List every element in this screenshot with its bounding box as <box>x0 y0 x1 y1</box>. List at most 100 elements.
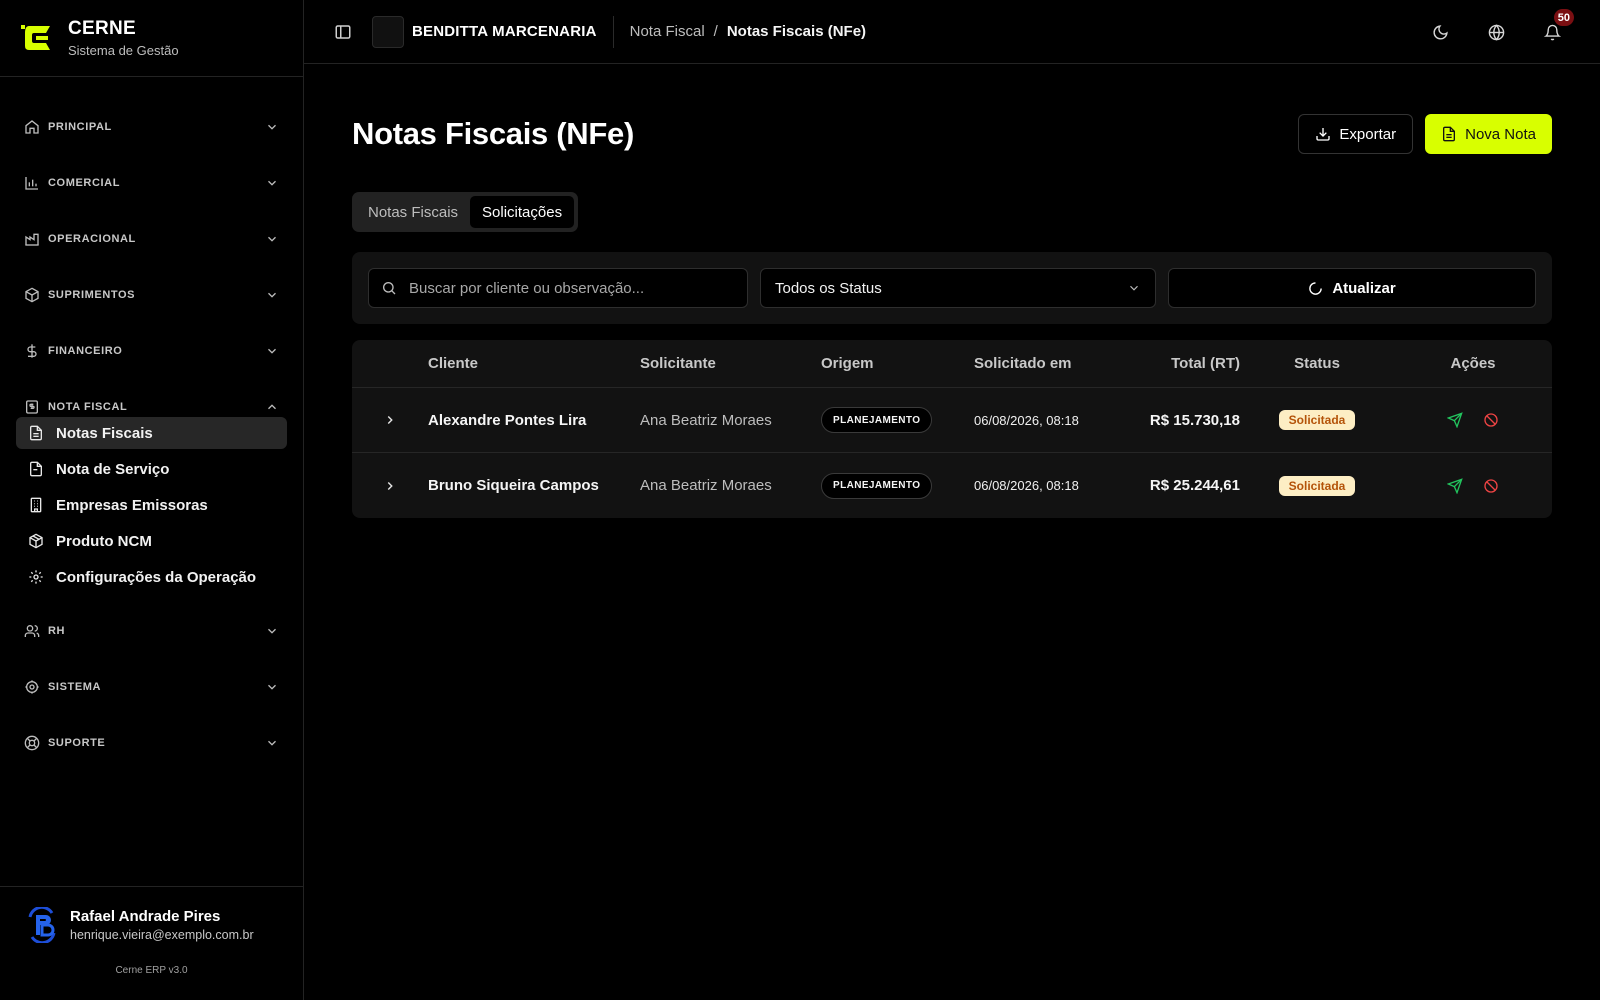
factory-icon <box>25 233 39 246</box>
app: CERNE Sistema de Gestão PRINCIPAL COMERC… <box>0 0 1600 1000</box>
sidebar-item-label: Nota de Serviço <box>56 460 170 478</box>
sidebar-section-principal[interactable]: PRINCIPAL <box>0 99 303 155</box>
topbar: BENDITTA MARCENARIA Nota Fiscal / Notas … <box>304 0 1600 64</box>
sidebar-section-rh[interactable]: RH <box>0 603 303 659</box>
header-acoes: Ações <box>1450 355 1496 372</box>
cell-origem: PLANEJAMENTO <box>821 472 974 499</box>
search-icon <box>383 282 396 295</box>
table-row: Alexandre Pontes Lira Ana Beatriz Moraes… <box>352 388 1552 453</box>
sidebar-section-label: RH <box>48 625 66 637</box>
header-total[interactable]: Total (RT) <box>1124 355 1240 372</box>
breadcrumb-link[interactable]: Nota Fiscal <box>630 23 705 40</box>
breadcrumb-separator: / <box>713 23 718 40</box>
chevron-up-icon <box>268 404 276 410</box>
sidebar-item-nota-de-servico[interactable]: Nota de Serviço <box>16 453 287 485</box>
chevron-down-icon <box>268 292 276 298</box>
sidebar-section-financeiro[interactable]: FINANCEIRO <box>0 323 303 379</box>
table-row: Bruno Siqueira Campos Ana Beatriz Moraes… <box>352 453 1552 518</box>
sidebar-item-empresas-emissoras[interactable]: Empresas Emissoras <box>16 489 287 521</box>
origin-chip: PLANEJAMENTO <box>821 407 933 433</box>
refresh-icon <box>1309 281 1323 295</box>
receipt-icon <box>26 400 38 414</box>
status-select-value: Todos os Status <box>775 279 882 297</box>
sidebar-section-operacional[interactable]: OPERACIONAL <box>0 211 303 267</box>
cell-solicitante: Ana Beatriz Moraes <box>640 411 772 429</box>
home-icon <box>25 120 39 134</box>
theme-toggle-button[interactable] <box>1422 14 1458 50</box>
topbar-actions: 50 <box>1402 0 1574 64</box>
search-box[interactable] <box>368 268 748 308</box>
sidebar-section-suprimentos[interactable]: SUPRIMENTOS <box>0 267 303 323</box>
brand-name: CERNE <box>68 18 137 39</box>
row-expand-button[interactable] <box>352 479 428 493</box>
cell-cliente: Bruno Siqueira Campos <box>428 477 599 494</box>
user-profile[interactable]: Rafael Andrade Pires henrique.vieira@exe… <box>24 907 279 943</box>
file-text-icon <box>30 425 42 441</box>
chevron-down-icon <box>1130 285 1138 291</box>
cancel-button[interactable] <box>1480 475 1502 497</box>
export-label: Exportar <box>1339 125 1397 143</box>
sidebar-section-label: SISTEMA <box>48 681 102 693</box>
gear-icon <box>29 570 43 584</box>
tabs: Notas Fiscais Solicitações <box>352 192 579 232</box>
sidebar-toggle-icon[interactable] <box>334 23 352 41</box>
ban-icon <box>1484 478 1498 493</box>
tab-notas-fiscais[interactable]: Notas Fiscais <box>356 196 470 228</box>
send-button[interactable] <box>1444 409 1466 431</box>
cell-solicitante: Ana Beatriz Moraes <box>640 477 772 494</box>
search-input[interactable] <box>409 279 747 297</box>
cell-cliente: Alexandre Pontes Lira <box>428 411 587 429</box>
new-note-label: Nova Nota <box>1465 125 1536 143</box>
sidebar-item-notas-fiscais[interactable]: Notas Fiscais <box>16 417 287 449</box>
sidebar-section-label: PRINCIPAL <box>48 121 112 133</box>
row-expand-button[interactable] <box>352 413 428 427</box>
header-cliente[interactable]: Cliente <box>428 355 640 372</box>
chevron-down-icon <box>268 684 276 690</box>
users-icon <box>24 625 40 637</box>
sidebar-section-suporte[interactable]: SUPORTE <box>0 715 303 771</box>
export-button[interactable]: Exportar <box>1298 114 1414 154</box>
cell-acoes <box>1394 475 1552 497</box>
user-panel: Rafael Andrade Pires henrique.vieira@exe… <box>0 886 303 1000</box>
cell-status: Solicitada <box>1240 410 1394 430</box>
table-header: Cliente Solicitante Origem Solicitado em… <box>352 340 1552 388</box>
brand-header[interactable]: CERNE Sistema de Gestão <box>0 0 303 77</box>
origin-chip: PLANEJAMENTO <box>821 472 933 499</box>
tab-solicitacoes[interactable]: Solicitações <box>470 196 575 228</box>
page-title: Notas Fiscais (NFe) <box>352 116 634 151</box>
notifications-button[interactable]: 50 <box>1534 9 1574 50</box>
settings-icon <box>25 680 39 694</box>
sidebar-item-label: Notas Fiscais <box>56 424 153 442</box>
new-note-button[interactable]: Nova Nota <box>1425 114 1552 154</box>
header-status[interactable]: Status <box>1240 355 1394 372</box>
header-origem[interactable]: Origem <box>821 355 974 372</box>
refresh-button[interactable]: Atualizar <box>1168 268 1536 308</box>
cancel-button[interactable] <box>1480 409 1502 431</box>
sidebar-item-label: Produto NCM <box>56 532 152 550</box>
status-select[interactable]: Todos os Status <box>760 268 1156 308</box>
brand-subtitle: Sistema de Gestão <box>68 43 179 58</box>
requests-table: Cliente Solicitante Origem Solicitado em… <box>352 340 1552 518</box>
page-content: Notas Fiscais (NFe) Exportar Nova Nota N… <box>304 64 1600 518</box>
language-button[interactable] <box>1478 14 1514 50</box>
company-name[interactable]: BENDITTA MARCENARIA <box>412 23 597 40</box>
header-solicitado-em[interactable]: Solicitado em <box>974 355 1124 372</box>
sidebar-item-label: Empresas Emissoras <box>56 496 208 514</box>
ban-icon <box>1484 413 1498 427</box>
moon-icon <box>1433 24 1448 39</box>
company-logo <box>372 15 404 48</box>
bell-icon <box>1543 24 1561 40</box>
sidebar-section-sistema[interactable]: SISTEMA <box>0 659 303 715</box>
user-name: Rafael Andrade Pires <box>70 908 221 925</box>
user-email: henrique.vieira@exemplo.com.br <box>70 928 254 942</box>
chevron-right-icon <box>387 416 393 424</box>
app-version: Cerne ERP v3.0 <box>115 965 188 976</box>
send-button[interactable] <box>1444 475 1466 497</box>
sidebar-section-comercial[interactable]: COMERCIAL <box>0 155 303 211</box>
dollar-icon <box>27 344 37 358</box>
cell-origem: PLANEJAMENTO <box>821 407 974 433</box>
sidebar-item-produto-ncm[interactable]: Produto NCM <box>16 525 287 557</box>
bar-chart-icon <box>25 177 38 190</box>
header-solicitante[interactable]: Solicitante <box>640 355 821 372</box>
sidebar-item-configuracoes-operacao[interactable]: Configurações da Operação <box>16 561 287 593</box>
